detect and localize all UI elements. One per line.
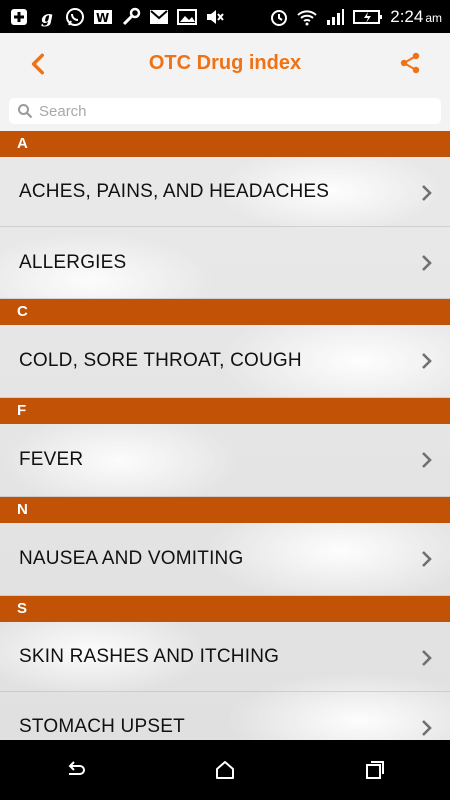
chevron-right-icon [422,551,432,567]
list-item[interactable]: ACHES, PAINS, AND HEADACHES [0,157,450,227]
back-button[interactable] [26,51,52,77]
nav-back-button[interactable] [60,755,90,785]
list-item[interactable]: NAUSEA AND VOMITING [0,523,450,596]
search-input[interactable] [37,101,421,121]
wrench-icon [120,7,142,27]
back-arrow-icon [68,761,85,775]
list-item-label: COLD, SORE THROAT, COUGH [19,350,302,371]
list-item[interactable]: STOMACH UPSET [0,692,450,740]
section-header: F [0,398,450,424]
share-icon [400,52,420,74]
page-title: OTC Drug index [148,51,302,74]
status-bar-system: 2:24 am [268,7,442,27]
gmail-icon [148,7,170,27]
image-icon [176,7,198,27]
list-item-label: NAUSEA AND VOMITING [19,548,244,569]
chevron-right-icon [422,650,432,666]
nav-home-button[interactable] [210,755,240,785]
search-box[interactable] [9,98,441,124]
list-item-label: ALLERGIES [19,251,127,273]
home-icon [216,761,234,779]
list-item[interactable]: FEVER [0,424,450,497]
section-header: S [0,596,450,622]
chevron-right-icon [422,353,432,369]
svg-text:g: g [41,8,53,27]
chevron-left-icon [31,53,44,75]
section-header: A [0,131,450,157]
app-bar: OTC Drug index [0,33,450,93]
navigation-bar [0,740,450,800]
alarm-icon [268,7,290,27]
nav-recents-button[interactable] [360,755,390,785]
search-container [0,93,450,131]
status-bar-notifications: g W [8,7,226,27]
whatsapp-icon [64,7,86,27]
chevron-right-icon [422,185,432,201]
mute-icon [204,7,226,27]
w-icon: W [92,7,114,27]
list-item-label: SKIN RASHES AND ITCHING [19,645,280,667]
list-item[interactable]: ALLERGIES [0,227,450,299]
section-a: A ACHES, PAINS, AND HEADACHES ALLERGIES [0,131,450,299]
chevron-right-icon [422,255,432,271]
signal-icon [324,7,346,27]
chevron-right-icon [422,452,432,468]
section-f: F FEVER [0,398,450,497]
wifi-icon [296,7,318,27]
list-item[interactable]: SKIN RASHES AND ITCHING [0,622,450,692]
svg-text:W: W [96,11,109,25]
drug-index-list: A ACHES, PAINS, AND HEADACHES ALLERGIES … [0,131,450,740]
battery-charging-icon [352,7,384,27]
share-button[interactable] [398,51,422,75]
status-bar: g W 2:24 am [0,0,450,33]
section-n: N NAUSEA AND VOMITING [0,497,450,596]
section-s: S SKIN RASHES AND ITCHING STOMACH UPSET [0,596,450,740]
plus-box-icon [8,7,30,27]
list-item-label: ACHES, PAINS, AND HEADACHES [19,180,330,202]
section-header: N [0,497,450,523]
status-time: 2:24 am [390,6,442,26]
recents-icon [366,761,384,779]
g-icon: g [36,7,58,27]
list-item[interactable]: COLD, SORE THROAT, COUGH [0,325,450,398]
section-c: C COLD, SORE THROAT, COUGH [0,299,450,398]
chevron-right-icon [422,720,432,736]
list-item-label: FEVER [19,449,84,470]
list-item-label: STOMACH UPSET [19,715,185,737]
section-header: C [0,299,450,325]
search-icon [18,104,33,119]
